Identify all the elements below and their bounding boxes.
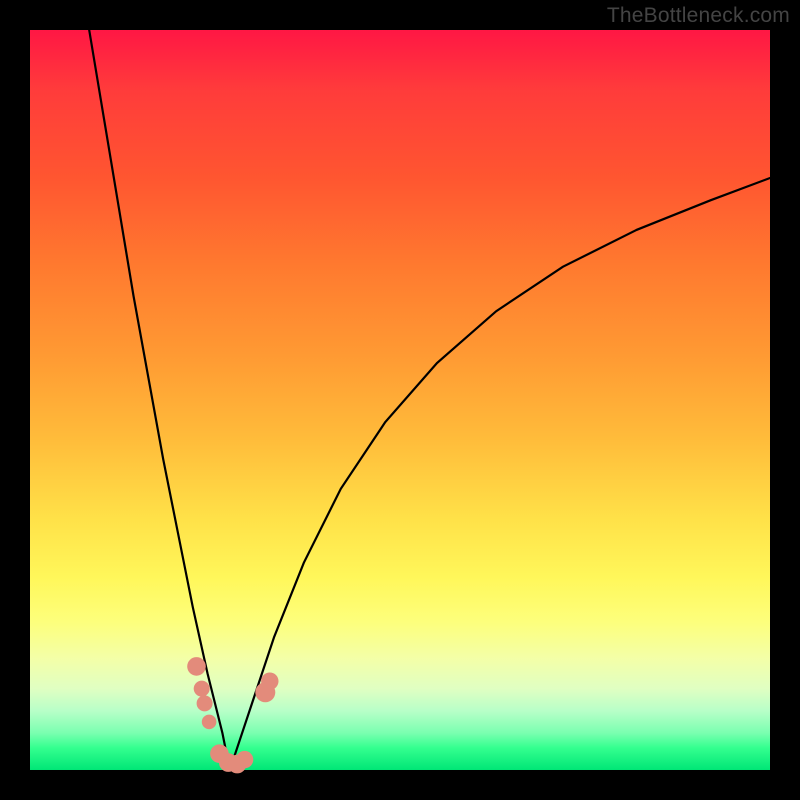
data-marker [261, 673, 278, 690]
data-marker [236, 751, 253, 768]
chart-frame: TheBottleneck.com [0, 0, 800, 800]
curve-left-branch [89, 30, 230, 770]
data-marker [202, 715, 217, 730]
marker-group [187, 657, 278, 773]
data-marker [187, 657, 206, 676]
data-marker [197, 695, 213, 711]
plot-area [30, 30, 770, 770]
data-marker [194, 681, 210, 697]
chart-svg [30, 30, 770, 770]
curve-right-branch [230, 178, 770, 770]
watermark-text: TheBottleneck.com [607, 4, 790, 28]
